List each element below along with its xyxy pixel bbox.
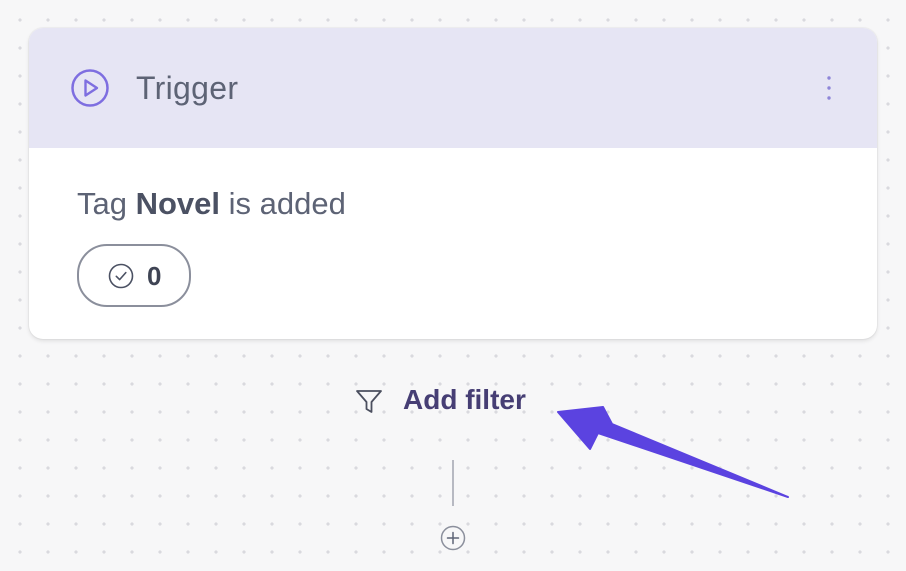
add-filter-label: Add filter [403, 384, 526, 415]
kebab-menu-icon[interactable] [819, 73, 839, 105]
tag-name: Novel [135, 186, 221, 221]
completed-count: 0 [147, 261, 162, 291]
check-circle-icon [108, 263, 134, 289]
trigger-description-suffix: is added [228, 186, 346, 221]
plus-circle-icon[interactable] [439, 524, 467, 552]
trigger-card-header: Trigger [29, 28, 877, 148]
connector-line [452, 460, 454, 506]
funnel-icon [356, 390, 382, 413]
trigger-title: Trigger [136, 70, 239, 106]
trigger-card[interactable]: Trigger Tag Novel is added 0 [29, 28, 877, 339]
trigger-description-prefix: Tag [77, 186, 127, 221]
trigger-description: Tag Novel is added [77, 183, 346, 225]
play-circle-icon [71, 69, 109, 107]
completed-count-button[interactable]: 0 [77, 244, 191, 307]
